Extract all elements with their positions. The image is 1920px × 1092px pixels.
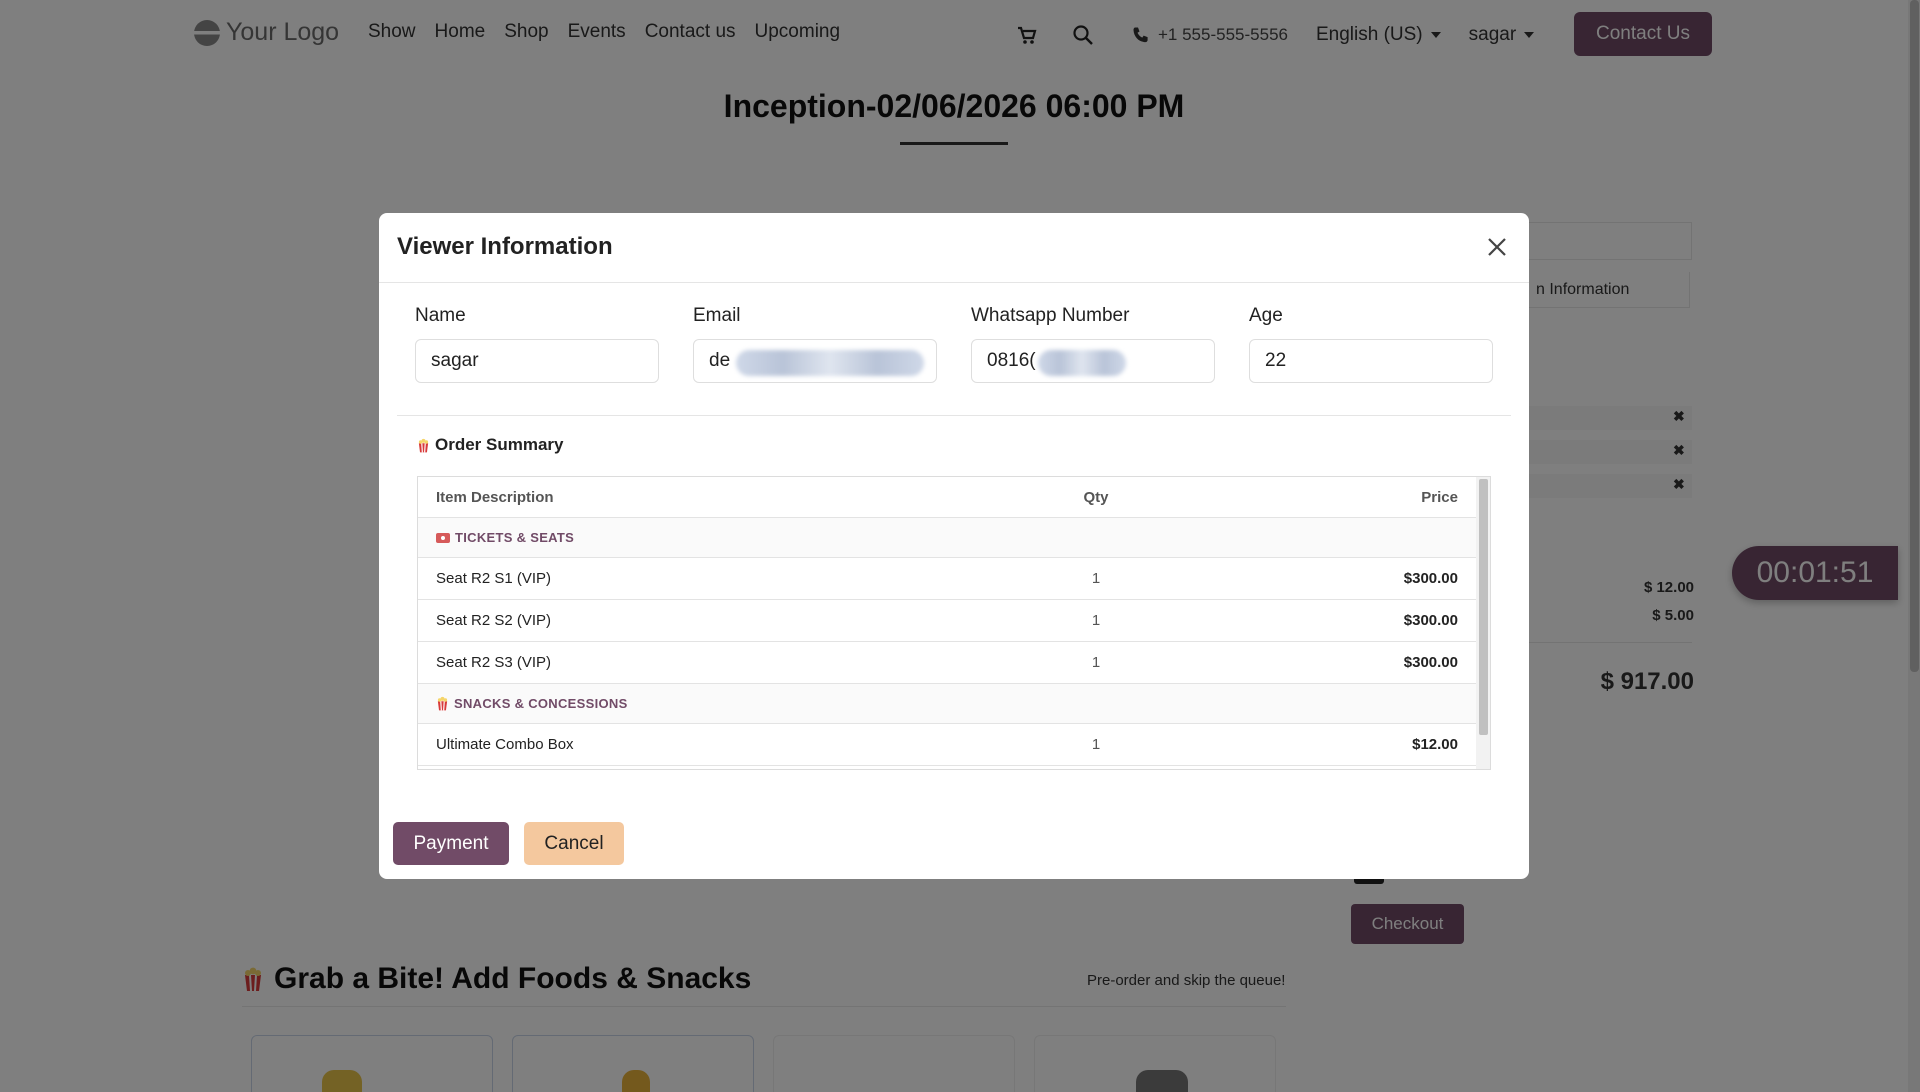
email-label: Email	[693, 305, 741, 326]
form-divider	[397, 415, 1511, 416]
order-summary-label: Order Summary	[435, 435, 564, 454]
item-price: $300.00	[1403, 612, 1458, 629]
modal-title: Viewer Information	[397, 233, 613, 260]
header-qty: Qty	[1083, 488, 1109, 506]
table-row: Seat R2 S3 (VIP) 1 $300.00	[418, 642, 1476, 684]
order-summary-table: Item Description Qty Price TICKETS & SEA…	[417, 476, 1491, 770]
age-field[interactable]: 22	[1249, 339, 1493, 383]
whatsapp-label: Whatsapp Number	[971, 305, 1130, 326]
age-value: 22	[1265, 350, 1287, 371]
popcorn-icon	[418, 438, 429, 452]
popcorn-icon	[437, 696, 448, 711]
table-row: Seat R2 S2 (VIP) 1 $300.00	[418, 600, 1476, 642]
item-qty: 1	[1091, 612, 1101, 629]
table-scrollbar-thumb[interactable]	[1479, 479, 1488, 735]
header-description: Item Description	[436, 488, 554, 506]
viewer-info-modal: Viewer Information Name sagar Email de W…	[379, 213, 1529, 879]
email-value: de	[709, 350, 731, 371]
name-value: sagar	[431, 350, 479, 371]
age-label: Age	[1249, 305, 1283, 326]
table-header: Item Description Qty Price	[418, 477, 1476, 518]
item-price: $300.00	[1403, 570, 1458, 587]
section-label: SNACKS & CONCESSIONS	[436, 696, 628, 711]
whatsapp-field[interactable]: 0816(	[971, 339, 1215, 383]
email-field[interactable]: de	[693, 339, 937, 383]
name-label: Name	[415, 305, 466, 326]
redacted-blur	[736, 350, 924, 376]
name-field[interactable]: sagar	[415, 339, 659, 383]
payment-button[interactable]: Payment	[393, 822, 509, 865]
section-row-tickets: TICKETS & SEATS	[418, 518, 1476, 558]
section-label-text: TICKETS & SEATS	[455, 530, 575, 545]
redacted-blur	[1038, 350, 1126, 376]
section-label-text: SNACKS & CONCESSIONS	[454, 696, 628, 711]
item-description: Seat R2 S3 (VIP)	[436, 654, 552, 671]
whatsapp-value: 0816(	[987, 350, 1036, 371]
item-description: Ultimate Combo Box	[436, 736, 574, 753]
item-price: $300.00	[1403, 654, 1458, 671]
item-qty: 1	[1091, 736, 1101, 753]
item-price: $12.00	[1412, 736, 1458, 753]
item-qty: 1	[1091, 570, 1101, 587]
table-row: Ultimate Combo Box 1 $12.00	[418, 724, 1476, 766]
cancel-button[interactable]: Cancel	[524, 822, 624, 865]
order-summary-title: Order Summary	[417, 435, 564, 455]
item-qty: 1	[1091, 654, 1101, 671]
table-row: Seat R2 S1 (VIP) 1 $300.00	[418, 558, 1476, 600]
section-label: TICKETS & SEATS	[436, 530, 574, 545]
modal-header-divider	[379, 282, 1529, 283]
item-description: Seat R2 S1 (VIP)	[436, 570, 552, 587]
header-price: Price	[1421, 488, 1458, 506]
ticket-icon	[436, 532, 450, 543]
item-description: Seat R2 S2 (VIP)	[436, 612, 552, 629]
close-icon[interactable]	[1483, 233, 1511, 261]
section-row-snacks: SNACKS & CONCESSIONS	[418, 684, 1476, 724]
